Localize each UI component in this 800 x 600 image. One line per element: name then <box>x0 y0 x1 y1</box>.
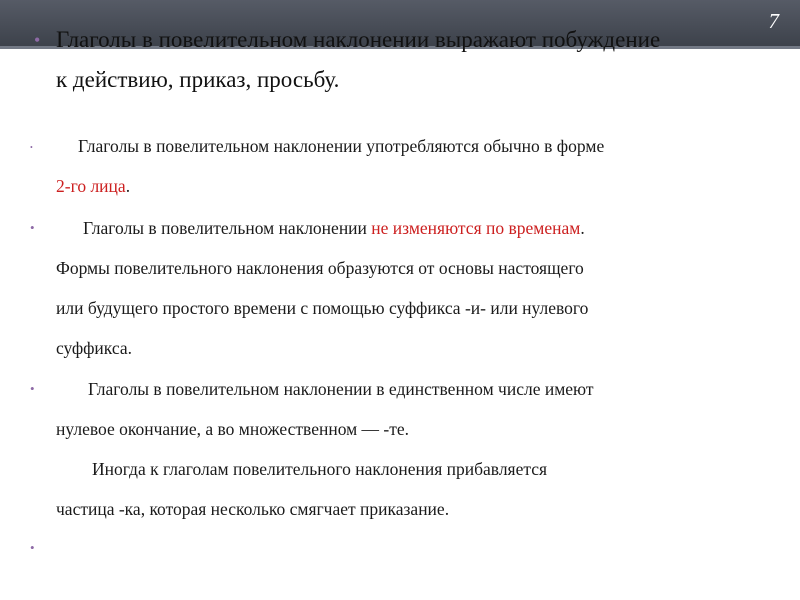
paragraph-line: Глаголы в повелительном наклонении в еди… <box>56 369 768 409</box>
paragraph-line: частица -ка, которая несколько смягчает … <box>56 499 450 519</box>
paragraph-2: Глаголы в повелительном наклонении не из… <box>56 208 768 368</box>
paragraph-line: или будущего простого времени с помощью … <box>56 298 589 318</box>
paragraph-text: Глаголы в повелительном наклонении употр… <box>78 136 605 156</box>
paragraph-line: Иногда к глаголам повелительного наклоне… <box>56 449 768 489</box>
bullet-icon: • <box>30 220 35 235</box>
paragraph-text: . <box>125 176 131 196</box>
paragraph-text: Глаголы в повелительном наклонении <box>83 218 372 238</box>
paragraph-line: 2-го лица. <box>56 166 768 206</box>
highlight-text: не изменяются по временам <box>371 218 581 238</box>
paragraph-text: Иногда к глаголам повелительного наклоне… <box>92 459 548 479</box>
paragraph-line: Формы повелительного наклонения образуют… <box>56 258 584 278</box>
paragraph-text: Глаголы в повелительном наклонении в еди… <box>88 379 594 399</box>
paragraph-1: Глаголы в повелительном наклонении употр… <box>56 126 768 206</box>
bullet-icon: • <box>30 381 35 396</box>
paragraph-line: Глаголы в повелительном наклонении употр… <box>56 126 768 166</box>
bullet-icon: • <box>30 143 33 152</box>
paragraph-text: . <box>580 218 585 238</box>
paragraph-line: Глаголы в повелительном наклонении не из… <box>56 208 768 248</box>
bullet-icon: • <box>30 540 35 555</box>
paragraph-line: суффикса. <box>56 338 132 358</box>
highlight-text: 2-го лица <box>56 176 126 196</box>
paragraph-line: нулевое окончание, а во множественном — … <box>56 419 410 439</box>
paragraph-3: Глаголы в повелительном наклонении в еди… <box>56 369 768 529</box>
